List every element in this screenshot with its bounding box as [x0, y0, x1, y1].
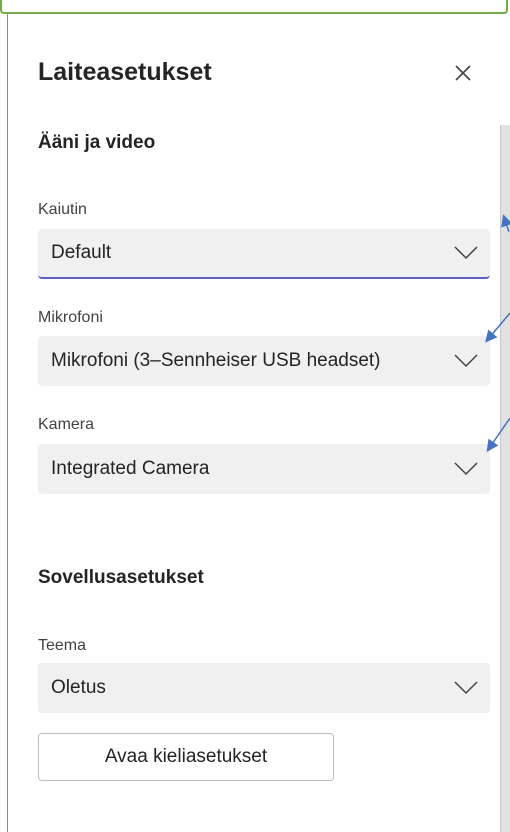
theme-dropdown[interactable]: Oletus	[38, 663, 490, 713]
left-divider	[7, 14, 8, 832]
device-settings-panel: Laiteasetukset Ääni ja video Kaiutin Def…	[0, 0, 510, 832]
close-button[interactable]	[448, 58, 478, 88]
theme-label: Teema	[38, 637, 87, 654]
panel-title: Laiteasetukset	[38, 58, 212, 86]
speaker-value: Default	[51, 242, 112, 263]
chevron-down-icon	[454, 462, 478, 476]
chevron-down-icon	[454, 354, 478, 368]
microphone-label: Mikrofoni	[38, 309, 103, 326]
window-top-border	[0, 0, 508, 14]
microphone-value: Mikrofoni (3–Sennheiser USB headset)	[51, 350, 381, 371]
camera-dropdown[interactable]: Integrated Camera	[38, 444, 490, 494]
theme-value: Oletus	[51, 677, 106, 698]
close-icon	[455, 65, 471, 81]
audio-video-heading: Ääni ja video	[38, 132, 156, 153]
speaker-label: Kaiutin	[38, 201, 87, 218]
app-settings-heading: Sovellusasetukset	[38, 567, 204, 588]
camera-value: Integrated Camera	[51, 458, 210, 479]
microphone-dropdown[interactable]: Mikrofoni (3–Sennheiser USB headset)	[38, 336, 490, 386]
open-language-settings-button[interactable]: Avaa kieliasetukset	[38, 733, 334, 781]
camera-label: Kamera	[38, 416, 95, 433]
speaker-dropdown[interactable]: Default	[38, 229, 490, 279]
chevron-down-icon	[454, 246, 478, 260]
chevron-down-icon	[454, 681, 478, 695]
scrollbar[interactable]	[500, 125, 510, 832]
